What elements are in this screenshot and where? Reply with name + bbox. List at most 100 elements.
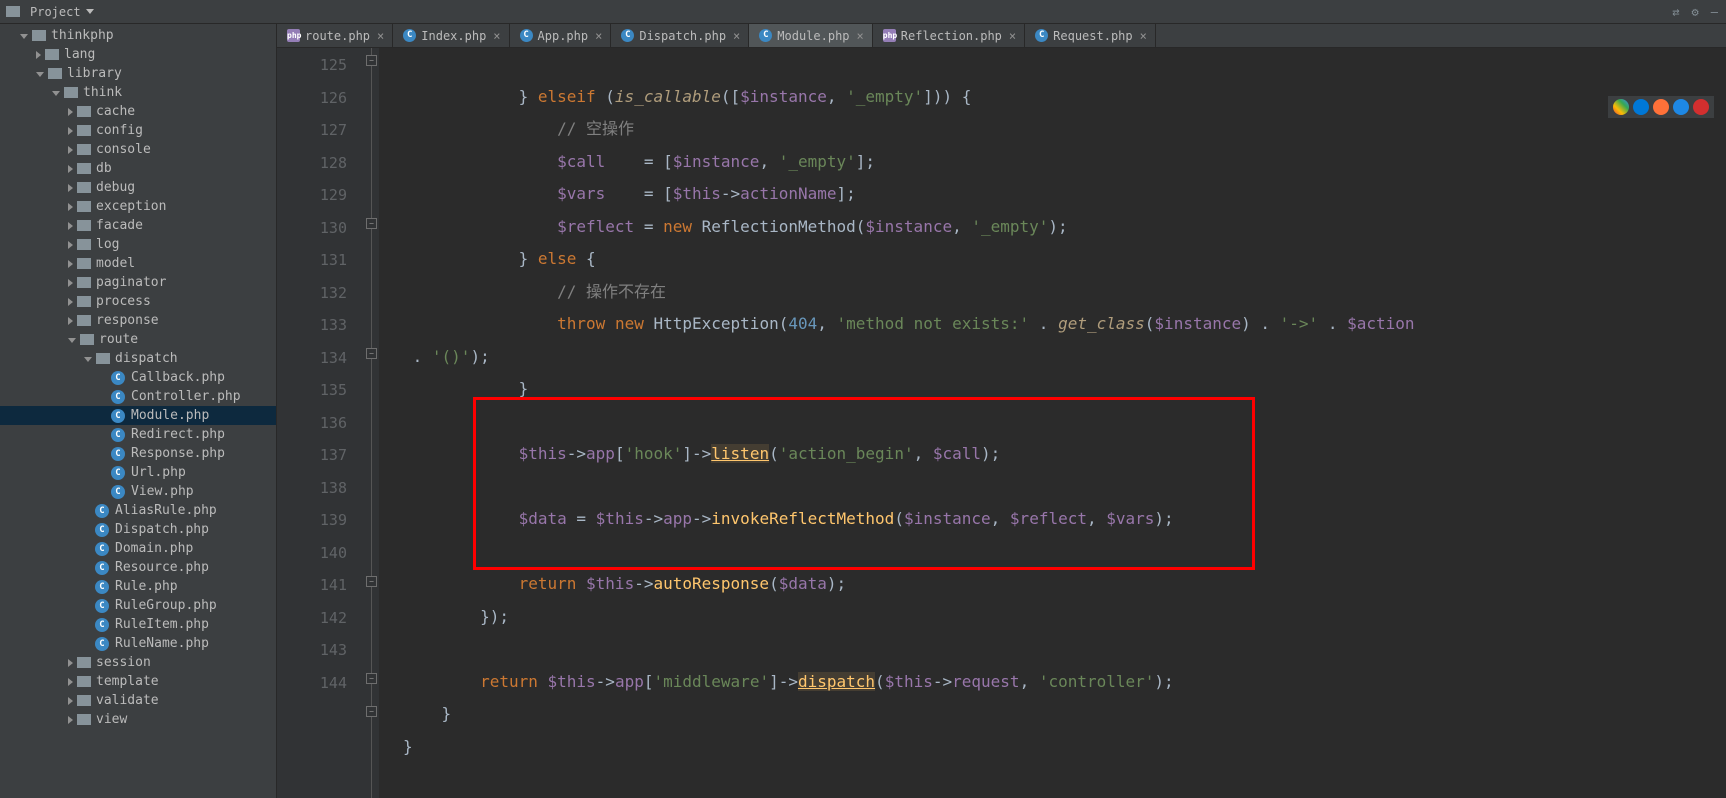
tree-folder[interactable]: paginator xyxy=(0,273,276,292)
tree-label: library xyxy=(67,66,122,81)
fold-handle[interactable]: − xyxy=(366,673,377,684)
php-class-icon: C xyxy=(1035,29,1048,42)
tree-label: Redirect.php xyxy=(131,427,225,442)
minimize-icon[interactable]: — xyxy=(1711,5,1718,19)
tree-file[interactable]: CView.php xyxy=(0,482,276,501)
opera-icon[interactable] xyxy=(1693,99,1709,115)
chrome-icon[interactable] xyxy=(1613,99,1629,115)
folder-icon xyxy=(77,239,91,250)
tree-folder[interactable]: cache xyxy=(0,102,276,121)
close-icon[interactable]: × xyxy=(377,29,384,43)
firefox-icon[interactable] xyxy=(1653,99,1669,115)
tree-file[interactable]: CUrl.php xyxy=(0,463,276,482)
fold-handle[interactable]: − xyxy=(366,706,377,717)
php-class-icon: C xyxy=(759,29,772,42)
tree-file[interactable]: CRule.php xyxy=(0,577,276,596)
settings-icon[interactable]: ⚙ xyxy=(1692,5,1699,19)
folder-icon xyxy=(80,334,94,345)
line-number: 141 xyxy=(277,569,347,602)
tree-file[interactable]: CModule.php xyxy=(0,406,276,425)
code-editor[interactable]: 1251261271281291301311321331341351361371… xyxy=(277,48,1726,798)
editor-tab[interactable]: CModule.php× xyxy=(749,24,872,47)
line-number: 144 xyxy=(277,667,347,700)
php-file-icon: C xyxy=(95,637,109,651)
tree-label: Module.php xyxy=(131,408,209,423)
tree-folder[interactable]: console xyxy=(0,140,276,159)
tree-label: dispatch xyxy=(115,351,178,366)
code-area[interactable]: } elseif (is_callable([$instance, '_empt… xyxy=(379,48,1726,798)
close-icon[interactable]: × xyxy=(733,29,740,43)
tree-label: Dispatch.php xyxy=(115,522,209,537)
tree-folder[interactable]: debug xyxy=(0,178,276,197)
tree-folder[interactable]: view xyxy=(0,710,276,729)
tree-file[interactable]: CRuleGroup.php xyxy=(0,596,276,615)
tree-folder[interactable]: exception xyxy=(0,197,276,216)
tree-file[interactable]: CDispatch.php xyxy=(0,520,276,539)
tree-folder[interactable]: template xyxy=(0,672,276,691)
close-icon[interactable]: × xyxy=(493,29,500,43)
tree-folder[interactable]: lang xyxy=(0,45,276,64)
tree-label: process xyxy=(96,294,151,309)
collapse-icon[interactable]: ⇄ xyxy=(1672,5,1679,19)
close-icon[interactable]: × xyxy=(1009,29,1016,43)
tree-folder[interactable]: thinkphp xyxy=(0,26,276,45)
folder-icon xyxy=(48,68,62,79)
tree-folder[interactable]: model xyxy=(0,254,276,273)
tab-label: Reflection.php xyxy=(901,29,1002,43)
tree-label: cache xyxy=(96,104,135,119)
tree-folder[interactable]: facade xyxy=(0,216,276,235)
tree-file[interactable]: CRuleItem.php xyxy=(0,615,276,634)
line-number: 132 xyxy=(277,277,347,310)
close-icon[interactable]: × xyxy=(1140,29,1147,43)
tree-label: Response.php xyxy=(131,446,225,461)
folder-icon xyxy=(32,30,46,41)
tree-folder[interactable]: config xyxy=(0,121,276,140)
tree-folder[interactable]: log xyxy=(0,235,276,254)
folder-icon xyxy=(77,676,91,687)
editor-tab[interactable]: CRequest.php× xyxy=(1025,24,1156,47)
fold-handle[interactable]: − xyxy=(366,218,377,229)
edge-icon[interactable] xyxy=(1633,99,1649,115)
tree-folder[interactable]: response xyxy=(0,311,276,330)
editor-tab[interactable]: CApp.php× xyxy=(510,24,612,47)
project-tree[interactable]: thinkphp lang library think cache configconso… xyxy=(0,24,277,798)
tree-file[interactable]: CRedirect.php xyxy=(0,425,276,444)
tree-folder[interactable]: process xyxy=(0,292,276,311)
editor-tab[interactable]: CDispatch.php× xyxy=(611,24,749,47)
tree-file[interactable]: CResource.php xyxy=(0,558,276,577)
tree-file[interactable]: CCallback.php xyxy=(0,368,276,387)
tree-label: paginator xyxy=(96,275,166,290)
tree-folder[interactable]: dispatch xyxy=(0,349,276,368)
tree-label: Domain.php xyxy=(115,541,193,556)
php-file-icon: C xyxy=(95,599,109,613)
tree-label: lang xyxy=(64,47,95,62)
fold-handle[interactable]: − xyxy=(366,348,377,359)
safari-icon[interactable] xyxy=(1673,99,1689,115)
tree-file[interactable]: CAliasRule.php xyxy=(0,501,276,520)
tree-label: template xyxy=(96,674,159,689)
tree-folder[interactable]: library xyxy=(0,64,276,83)
tree-folder[interactable]: route xyxy=(0,330,276,349)
tree-file[interactable]: CRuleName.php xyxy=(0,634,276,653)
tree-folder[interactable]: think xyxy=(0,83,276,102)
close-icon[interactable]: × xyxy=(857,29,864,43)
tree-file[interactable]: CResponse.php xyxy=(0,444,276,463)
fold-column[interactable]: − − − − − − xyxy=(365,48,379,798)
folder-icon xyxy=(77,296,91,307)
editor-tab[interactable]: phpReflection.php× xyxy=(873,24,1025,47)
tree-label: db xyxy=(96,161,112,176)
close-icon[interactable]: × xyxy=(595,29,602,43)
tree-file[interactable]: CDomain.php xyxy=(0,539,276,558)
tree-folder[interactable]: validate xyxy=(0,691,276,710)
editor-tab[interactable]: phproute.php× xyxy=(277,24,393,47)
tree-folder[interactable]: db xyxy=(0,159,276,178)
tree-file[interactable]: CController.php xyxy=(0,387,276,406)
project-dropdown[interactable]: Project xyxy=(30,5,94,19)
fold-handle[interactable]: − xyxy=(366,55,377,66)
line-number: 136 xyxy=(277,407,347,440)
tree-label: exception xyxy=(96,199,166,214)
tree-folder[interactable]: session xyxy=(0,653,276,672)
editor-tab[interactable]: CIndex.php× xyxy=(393,24,509,47)
fold-handle[interactable]: − xyxy=(366,576,377,587)
browser-preview-icons xyxy=(1608,96,1714,118)
